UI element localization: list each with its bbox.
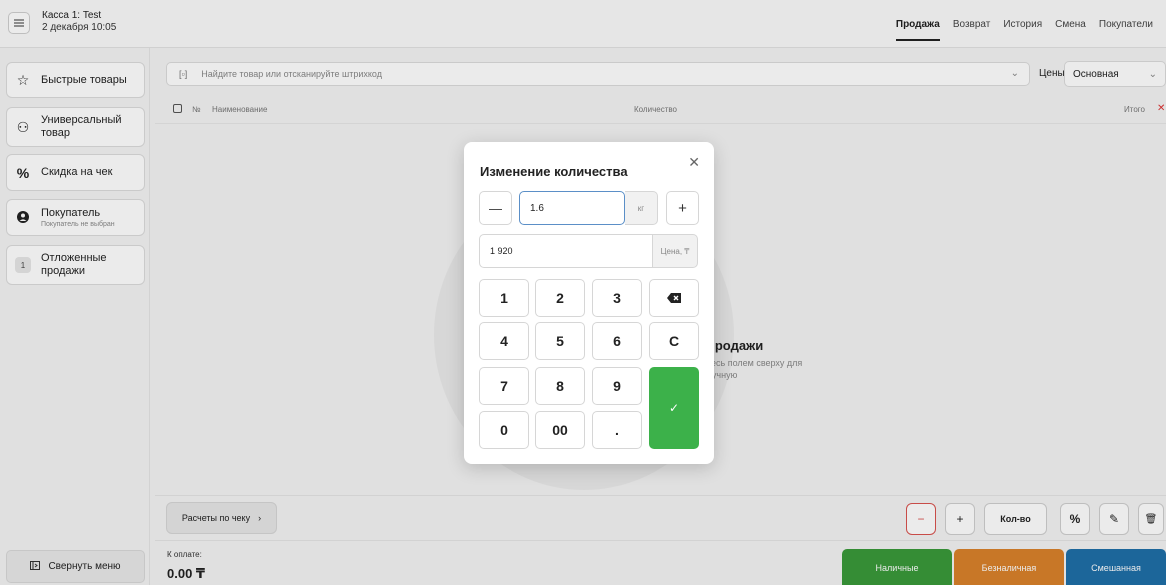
quantity-dialog: Изменение количества ✕ — 1.6 кг + 1 920 … xyxy=(464,142,714,464)
confirm-quantity-button[interactable]: ✓ xyxy=(649,367,699,449)
keypad-key-6[interactable]: 6 xyxy=(592,322,642,360)
keypad-clear-key[interactable]: C xyxy=(649,322,699,360)
keypad-key-8[interactable]: 8 xyxy=(535,367,585,405)
keypad-key-7[interactable]: 7 xyxy=(479,367,529,405)
keypad-key-9[interactable]: 9 xyxy=(592,367,642,405)
keypad-key-5[interactable]: 5 xyxy=(535,322,585,360)
keypad-key-0[interactable]: 0 xyxy=(479,411,529,449)
price-input[interactable]: 1 920 xyxy=(479,234,653,268)
keypad-key-dot[interactable]: . xyxy=(592,411,642,449)
backspace-icon[interactable] xyxy=(649,279,699,317)
quantity-unit: кг xyxy=(625,191,658,225)
dialog-title: Изменение количества xyxy=(480,164,628,179)
quantity-input[interactable]: 1.6 xyxy=(519,191,625,225)
keypad-key-2[interactable]: 2 xyxy=(535,279,585,317)
quantity-plus-button[interactable]: + xyxy=(666,191,699,225)
keypad-key-1[interactable]: 1 xyxy=(479,279,529,317)
keypad-key-3[interactable]: 3 xyxy=(592,279,642,317)
keypad-key-00[interactable]: 00 xyxy=(535,411,585,449)
price-unit: Цена, ₸ xyxy=(652,234,698,268)
quantity-minus-button[interactable]: — xyxy=(479,191,512,225)
close-icon[interactable]: ✕ xyxy=(688,154,700,171)
keypad-key-4[interactable]: 4 xyxy=(479,322,529,360)
